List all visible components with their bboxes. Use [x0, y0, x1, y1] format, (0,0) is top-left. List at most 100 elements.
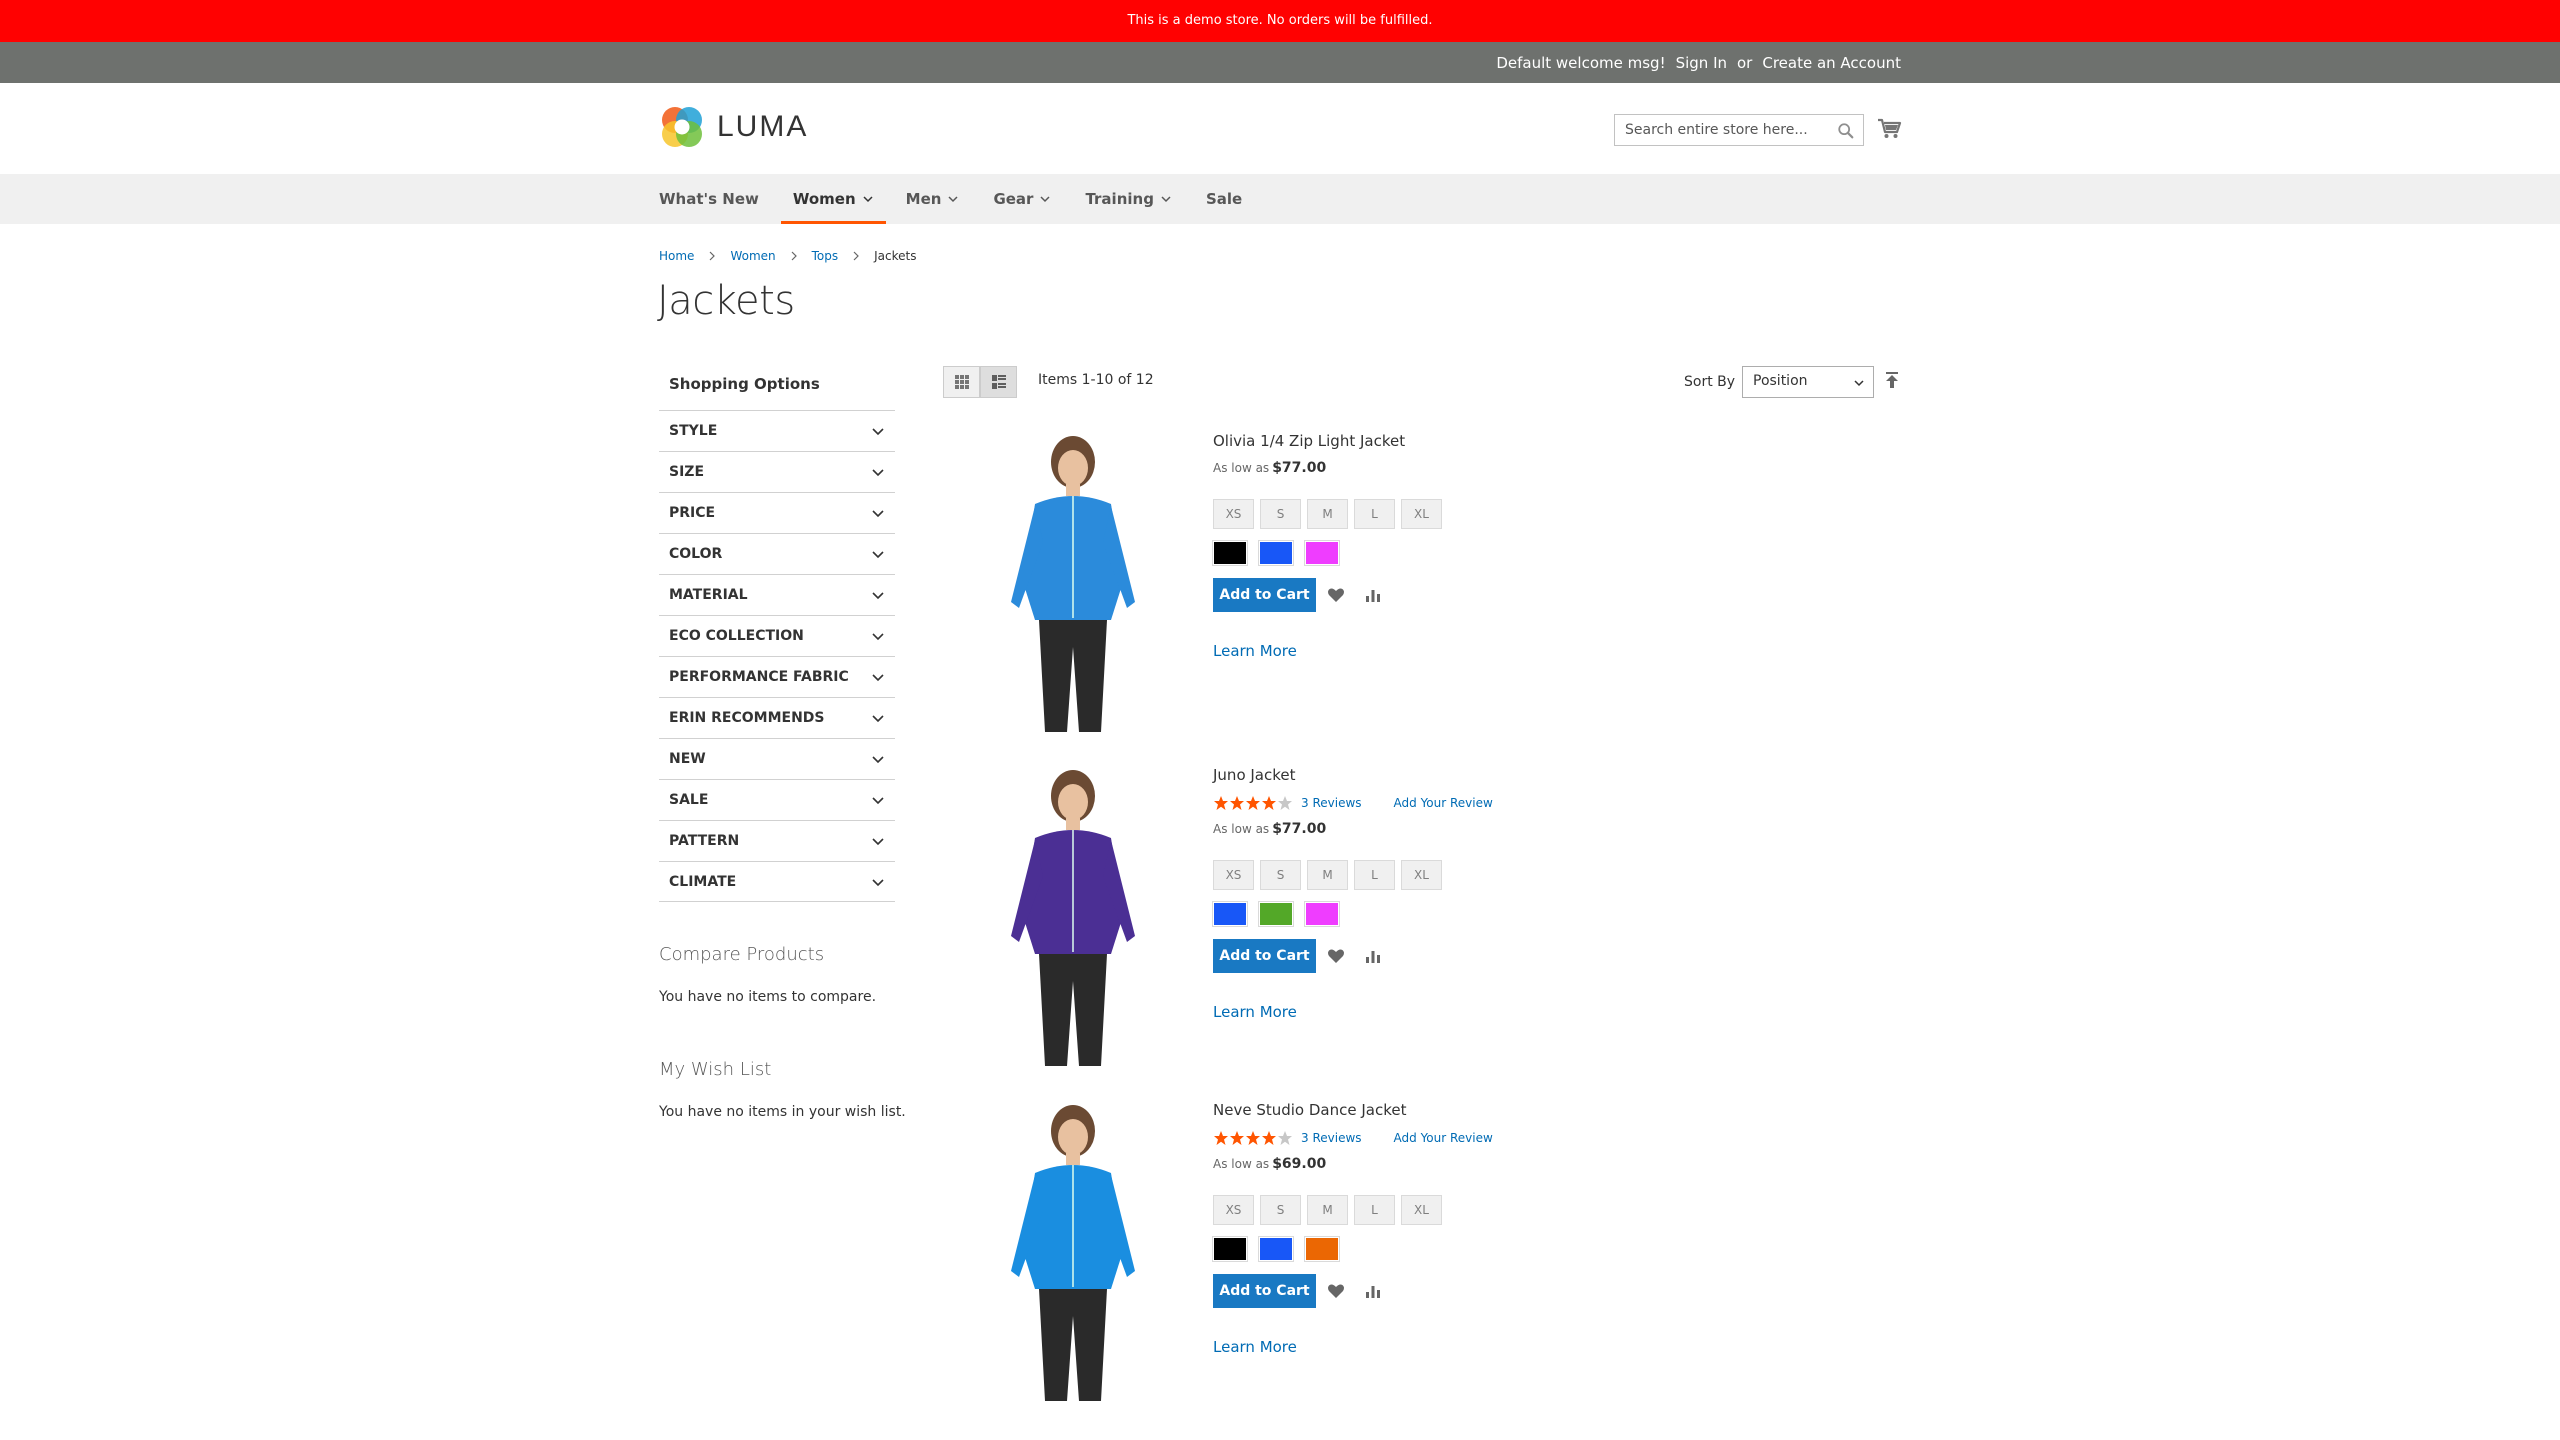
- add-to-cart-button[interactable]: Add to Cart: [1213, 578, 1316, 612]
- heart-icon[interactable]: [1327, 948, 1345, 964]
- nav-item-gear[interactable]: Gear: [993, 174, 1069, 224]
- size-option[interactable]: XS: [1213, 860, 1254, 890]
- product-image[interactable]: [973, 432, 1173, 732]
- wishlist-title: My Wish List: [659, 1059, 772, 1080]
- size-option[interactable]: XS: [1213, 499, 1254, 529]
- color-swatch[interactable]: [1258, 1236, 1294, 1262]
- filter-size[interactable]: SIZE: [659, 451, 895, 492]
- learn-more-link[interactable]: Learn More: [1213, 1338, 1913, 1356]
- learn-more-link[interactable]: Learn More: [1213, 642, 1913, 660]
- shopping-options-title: Shopping Options: [669, 375, 820, 393]
- price: $77.00: [1272, 821, 1327, 837]
- color-swatch[interactable]: [1212, 901, 1248, 927]
- size-option[interactable]: L: [1354, 499, 1395, 529]
- nav-label: Sale: [1205, 190, 1243, 208]
- compare-icon[interactable]: [1365, 1283, 1381, 1299]
- breadcrumb-home[interactable]: Home: [659, 249, 694, 263]
- compare-icon[interactable]: [1365, 948, 1381, 964]
- size-option[interactable]: S: [1260, 499, 1301, 529]
- price-prefix: As low as: [1213, 461, 1270, 475]
- sort-by-select[interactable]: Position: [1742, 366, 1874, 398]
- size-option[interactable]: XL: [1401, 1195, 1442, 1225]
- breadcrumb-women[interactable]: Women: [730, 249, 775, 263]
- size-option[interactable]: S: [1260, 860, 1301, 890]
- size-option[interactable]: M: [1307, 1195, 1348, 1225]
- compare-empty-text: You have no items to compare.: [659, 989, 877, 1005]
- compare-icon[interactable]: [1365, 587, 1381, 603]
- chevron-down-icon: [872, 715, 884, 723]
- main-nav: What's New Women Men Gear Training Sale: [0, 174, 2560, 224]
- product-name[interactable]: Juno Jacket: [1213, 766, 1913, 784]
- color-swatch[interactable]: [1212, 1236, 1248, 1262]
- page-title: Jackets: [657, 278, 795, 324]
- sign-in-link[interactable]: Sign In: [1676, 54, 1727, 72]
- size-option[interactable]: XL: [1401, 499, 1442, 529]
- logo[interactable]: LUMA: [659, 104, 808, 150]
- color-swatch[interactable]: [1258, 901, 1294, 927]
- price: $77.00: [1272, 460, 1327, 476]
- sidebar-filters: Shopping Options STYLE SIZE PRICE COLOR MATE…: [659, 366, 895, 902]
- list-view-button[interactable]: [980, 366, 1017, 398]
- size-option[interactable]: L: [1354, 860, 1395, 890]
- color-swatch[interactable]: [1304, 1236, 1340, 1262]
- product-info: Juno Jacket 3 Reviews Add Your Review As lo…: [1212, 766, 1913, 1021]
- color-swatch[interactable]: [1304, 540, 1340, 566]
- size-option[interactable]: XS: [1213, 1195, 1254, 1225]
- size-option[interactable]: XL: [1401, 860, 1442, 890]
- add-review-link[interactable]: Add Your Review: [1394, 1131, 1493, 1145]
- filter-performance-fabric[interactable]: PERFORMANCE FABRIC: [659, 656, 895, 697]
- nav-label: Training: [1085, 190, 1154, 208]
- chevron-down-icon: [872, 756, 884, 764]
- filter-color[interactable]: COLOR: [659, 533, 895, 574]
- size-option[interactable]: M: [1307, 499, 1348, 529]
- filter-sale[interactable]: SALE: [659, 779, 895, 820]
- size-option[interactable]: S: [1260, 1195, 1301, 1225]
- chevron-down-icon: [872, 469, 884, 477]
- breadcrumb-tops[interactable]: Tops: [812, 249, 839, 263]
- create-account-link[interactable]: Create an Account: [1762, 54, 1901, 72]
- color-swatch[interactable]: [1212, 540, 1248, 566]
- filter-new[interactable]: NEW: [659, 738, 895, 779]
- chevron-right-icon: [791, 251, 797, 261]
- product-name[interactable]: Neve Studio Dance Jacket: [1213, 1101, 1913, 1119]
- nav-item-training[interactable]: Training: [1085, 174, 1189, 224]
- nav-item-whats-new[interactable]: What's New: [659, 174, 777, 224]
- price: $69.00: [1272, 1156, 1327, 1172]
- color-swatch[interactable]: [1304, 901, 1340, 927]
- star-icon: [1246, 796, 1260, 810]
- chevron-down-icon: [872, 428, 884, 436]
- filter-pattern[interactable]: PATTERN: [659, 820, 895, 861]
- search-input[interactable]: [1615, 115, 1863, 145]
- nav-item-sale[interactable]: Sale: [1206, 174, 1260, 224]
- heart-icon[interactable]: [1327, 1283, 1345, 1299]
- product-image[interactable]: [973, 1101, 1173, 1401]
- sort-direction-arrow-icon[interactable]: [1884, 371, 1900, 389]
- filter-erin-recommends[interactable]: ERIN RECOMMENDS: [659, 697, 895, 738]
- size-option[interactable]: M: [1307, 860, 1348, 890]
- add-review-link[interactable]: Add Your Review: [1394, 796, 1493, 810]
- filter-price[interactable]: PRICE: [659, 492, 895, 533]
- size-options: XS S M L XL: [1213, 860, 1913, 890]
- size-option[interactable]: L: [1354, 1195, 1395, 1225]
- filter-material[interactable]: MATERIAL: [659, 574, 895, 615]
- reviews-link[interactable]: 3 Reviews: [1301, 1131, 1362, 1145]
- chevron-down-icon: [872, 838, 884, 846]
- nav-item-women[interactable]: Women: [780, 174, 886, 224]
- color-swatch[interactable]: [1258, 540, 1294, 566]
- reviews-link[interactable]: 3 Reviews: [1301, 796, 1362, 810]
- product-name[interactable]: Olivia 1/4 Zip Light Jacket: [1213, 432, 1913, 450]
- add-to-cart-button[interactable]: Add to Cart: [1213, 939, 1316, 973]
- filter-style[interactable]: STYLE: [659, 410, 895, 451]
- filter-climate[interactable]: CLIMATE: [659, 861, 895, 902]
- wishlist-empty-text: You have no items in your wish list.: [659, 1104, 906, 1120]
- learn-more-link[interactable]: Learn More: [1213, 1003, 1913, 1021]
- nav-item-men[interactable]: Men: [906, 174, 978, 224]
- add-to-cart-button[interactable]: Add to Cart: [1213, 1274, 1316, 1308]
- filter-eco-collection[interactable]: ECO COLLECTION: [659, 615, 895, 656]
- search-icon[interactable]: [1837, 122, 1855, 140]
- cart-icon[interactable]: [1876, 115, 1902, 141]
- heart-icon[interactable]: [1327, 587, 1345, 603]
- product-image[interactable]: [973, 766, 1173, 1066]
- grid-view-button[interactable]: [943, 366, 980, 398]
- sort-by-label: Sort By: [1684, 374, 1736, 390]
